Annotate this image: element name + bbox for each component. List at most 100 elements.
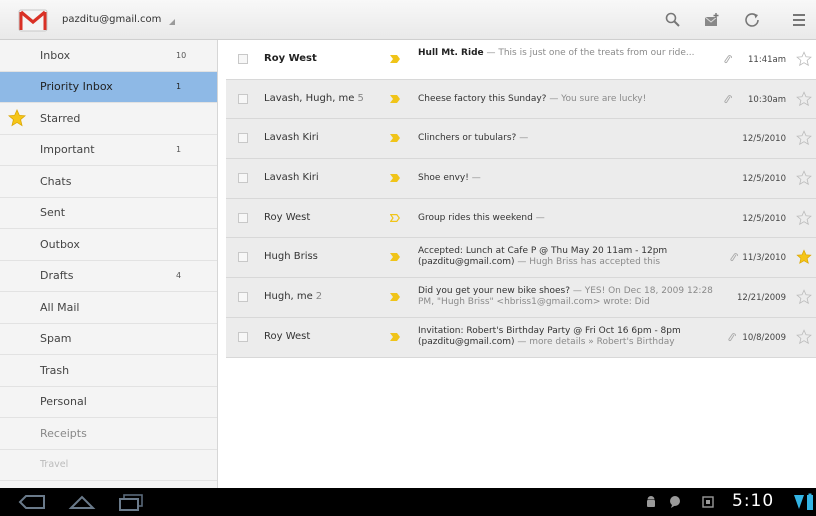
- sd-card-icon: [702, 496, 714, 508]
- snippet: —: [532, 212, 545, 223]
- star-outline-icon[interactable]: [796, 90, 812, 107]
- select-checkbox[interactable]: [238, 93, 248, 104]
- sidebar-item-label: Important: [40, 143, 95, 157]
- star-outline-icon[interactable]: [796, 209, 812, 226]
- sidebar-item-label: Trash: [40, 363, 70, 377]
- importance-marker-icon[interactable]: [390, 94, 400, 103]
- message-date: 11:41am: [748, 55, 786, 65]
- star-filled-icon[interactable]: [796, 249, 812, 265]
- sidebar-item-drafts[interactable]: Drafts 4: [0, 261, 217, 292]
- importance-marker-icon[interactable]: [390, 253, 400, 262]
- subject: Cheese factory this Sunday?: [418, 93, 547, 104]
- sidebar-item-starred[interactable]: Starred: [0, 103, 217, 135]
- folder-sidebar: Inbox 10 Priority Inbox 1 Starred Import…: [0, 40, 218, 488]
- refresh-icon[interactable]: [744, 12, 762, 28]
- subject: Did you get your new bike shoes?: [418, 286, 571, 297]
- importance-marker-icon[interactable]: [390, 174, 400, 183]
- subject-and-snippet: Did you get your new bike shoes? — YES! …: [418, 286, 716, 308]
- compose-icon[interactable]: [703, 12, 721, 28]
- sender: Hugh Briss: [264, 251, 318, 263]
- account-email: pazditu@gmail.com: [62, 14, 162, 25]
- subject-and-snippet: Hull Mt. Ride — This is just one of the …: [418, 48, 716, 59]
- select-checkbox[interactable]: [238, 292, 248, 303]
- thread-count: 2: [315, 291, 323, 303]
- gmail-logo-icon[interactable]: [18, 6, 48, 34]
- search-icon[interactable]: [664, 12, 682, 28]
- message-row[interactable]: Roy West Hull Mt. Ride — This is just on…: [226, 40, 816, 80]
- message-list: Roy West Hull Mt. Ride — This is just on…: [226, 40, 816, 488]
- back-icon[interactable]: [18, 494, 46, 510]
- star-outline-icon[interactable]: [796, 289, 812, 305]
- unread-count: 4: [176, 271, 182, 281]
- subject-and-snippet: Cheese factory this Sunday? — You sure a…: [418, 94, 716, 105]
- chat-notification-icon: [670, 496, 680, 508]
- sidebar-item-chats[interactable]: Chats: [0, 166, 217, 198]
- importance-marker-icon[interactable]: [390, 55, 400, 63]
- select-checkbox[interactable]: [238, 173, 248, 184]
- select-checkbox[interactable]: [238, 212, 248, 223]
- sidebar-item-trash[interactable]: Trash: [0, 355, 217, 387]
- snippet: — more details » Robert's Birthday: [514, 336, 675, 347]
- sidebar-item-spam[interactable]: Spam: [0, 324, 217, 355]
- snippet: — You sure are lucky!: [546, 93, 647, 104]
- snippet: —: [516, 133, 529, 144]
- home-icon[interactable]: [68, 493, 96, 511]
- sidebar-item-label: Personal: [40, 395, 87, 409]
- message-date: 11/3/2010: [742, 253, 786, 264]
- top-bar: pazditu@gmail.com: [0, 0, 816, 40]
- importance-marker-icon[interactable]: [390, 134, 400, 143]
- sidebar-item-label: Travel: [40, 459, 69, 471]
- star-outline-icon[interactable]: [796, 170, 812, 186]
- message-row[interactable]: Lavash, Hugh, me 5 Cheese factory this Su…: [226, 79, 816, 120]
- sidebar-item-label: Spam: [40, 332, 72, 346]
- attachment-icon: [728, 333, 736, 341]
- system-bar: 5:10: [0, 488, 816, 516]
- recent-apps-icon[interactable]: [118, 493, 144, 511]
- message-date: 12/5/2010: [742, 174, 786, 185]
- importance-marker-outline-icon[interactable]: [390, 213, 400, 222]
- message-row[interactable]: Hugh Briss Accepted: Lunch at Cafe P @ T…: [226, 238, 816, 279]
- sidebar-item-label: Sent: [40, 206, 66, 220]
- snippet: — Hugh Briss has accepted this: [514, 257, 661, 268]
- select-checkbox[interactable]: [238, 133, 248, 144]
- sender: Roy West: [264, 211, 311, 223]
- wifi-signal-icon: [794, 495, 804, 509]
- message-row[interactable]: Hugh, me 2 Did you get your new bike shoe…: [226, 278, 816, 318]
- sender: Lavash Kiri: [264, 172, 319, 184]
- importance-marker-icon[interactable]: [390, 332, 400, 341]
- account-dropdown-icon: [169, 18, 176, 25]
- sidebar-item-label: Inbox: [40, 48, 71, 62]
- sidebar-item-label: Chats: [40, 174, 72, 188]
- sidebar-item-outbox[interactable]: Outbox: [0, 229, 217, 261]
- snippet: — This is just one of the treats from ou…: [483, 48, 695, 58]
- sender: Lavash, Hugh, me 5: [264, 92, 364, 104]
- star-outline-icon[interactable]: [796, 51, 812, 67]
- sidebar-item-receipts[interactable]: Receipts: [0, 418, 217, 450]
- sidebar-item-important[interactable]: Important 1: [0, 135, 217, 166]
- importance-marker-icon[interactable]: [390, 293, 400, 302]
- subject-and-snippet: Shoe envy! —: [418, 173, 716, 184]
- star-outline-icon[interactable]: [796, 329, 812, 345]
- sidebar-item-personal[interactable]: Personal: [0, 387, 217, 418]
- message-row[interactable]: Roy West Group rides this weekend — 12/5…: [226, 198, 816, 239]
- message-row[interactable]: Lavash Kiri Clinchers or tubulars? — 12/…: [226, 119, 816, 160]
- sidebar-item-travel[interactable]: Travel: [0, 450, 217, 481]
- message-row[interactable]: Lavash Kiri Shoe envy! — 12/5/2010: [226, 159, 816, 199]
- subject: Shoe envy!: [418, 173, 469, 184]
- snippet: —: [468, 173, 481, 184]
- message-date: 12/21/2009: [737, 293, 786, 304]
- select-checkbox[interactable]: [238, 252, 248, 263]
- select-checkbox[interactable]: [238, 331, 248, 342]
- message-row[interactable]: Roy West Invitation: Robert's Birthday P…: [226, 317, 816, 358]
- sidebar-item-label: All Mail: [40, 300, 80, 314]
- sidebar-item-inbox[interactable]: Inbox 10: [0, 40, 217, 72]
- menu-icon[interactable]: [790, 12, 808, 28]
- select-checkbox[interactable]: [238, 54, 248, 64]
- sidebar-item-priority-inbox[interactable]: Priority Inbox 1: [0, 71, 217, 103]
- account-switcher[interactable]: pazditu@gmail.com: [62, 14, 176, 25]
- sidebar-item-all-mail[interactable]: All Mail: [0, 292, 217, 324]
- sidebar-item-label: Receipts: [40, 426, 87, 440]
- sender: Roy West: [264, 53, 317, 64]
- sidebar-item-sent[interactable]: Sent: [0, 198, 217, 229]
- star-outline-icon[interactable]: [796, 130, 812, 146]
